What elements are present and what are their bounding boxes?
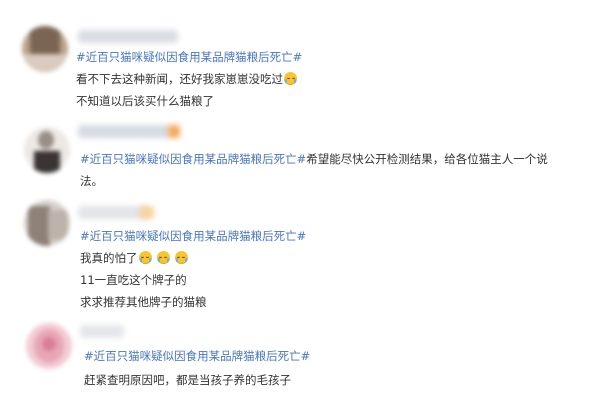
- comment-text: #近百只猫咪疑似因食用某品牌猫粮后死亡#希望能尽快公开检测结果，给各位猫主人一个…: [80, 151, 548, 167]
- username-blurred[interactable]: [78, 30, 178, 43]
- comment-text: 我真的怕了: [80, 250, 189, 266]
- comment-post: #近百只猫咪疑似因食用某品牌猫粮后死亡# 看不下去这种新闻，还好我家崽崽没吃过 …: [0, 0, 600, 115]
- comment-text-line: 看不下去这种新闻，还好我家崽崽没吃过: [76, 72, 283, 86]
- crying-face-icon: [174, 251, 188, 264]
- username-badge-blurred: [168, 125, 180, 138]
- username-blurred[interactable]: [78, 125, 170, 138]
- avatar[interactable]: [22, 26, 68, 72]
- crying-face-icon: [156, 251, 170, 264]
- crying-face-icon: [284, 72, 297, 85]
- comment-text-line: 求求推荐其他牌子的猫粮: [80, 295, 207, 309]
- username-blurred[interactable]: [80, 325, 124, 338]
- comment-post: #近百只猫咪疑似因食用某品牌猫粮后死亡#希望能尽快公开检测结果，给各位猫主人一个…: [0, 115, 600, 200]
- comment-text-line: 我真的怕了: [80, 251, 138, 265]
- hashtag-link[interactable]: #近百只猫咪疑似因食用某品牌猫粮后死亡#: [76, 49, 302, 65]
- comment-text-line: 法。: [80, 174, 103, 188]
- comment-post: #近百只猫咪疑似因食用某品牌猫粮后死亡# 我真的怕了 11一直吃这个牌子的 求求…: [0, 200, 600, 315]
- comment-text-line: 赶紧查明原因吧，都是当孩子养的毛孩子: [84, 373, 291, 387]
- hashtag-link[interactable]: #近百只猫咪疑似因食用某品牌猫粮后死亡#: [80, 152, 306, 166]
- comment-text-line: 11一直吃这个牌子的: [80, 273, 187, 287]
- hashtag-link[interactable]: #近百只猫咪疑似因食用某品牌猫粮后死亡#: [80, 228, 306, 244]
- hashtag-link[interactable]: #近百只猫咪疑似因食用某品牌猫粮后死亡#: [84, 348, 310, 364]
- avatar[interactable]: [26, 323, 72, 369]
- crying-face-icon: [138, 251, 152, 264]
- username-badge-blurred: [140, 206, 154, 219]
- username-blurred[interactable]: [78, 206, 148, 219]
- comment-post: #近百只猫咪疑似因食用某品牌猫粮后死亡# 赶紧查明原因吧，都是当孩子养的毛孩子: [0, 315, 600, 411]
- comment-text-line: 希望能尽快公开检测结果，给各位猫主人一个说: [306, 152, 548, 166]
- avatar[interactable]: [24, 127, 70, 173]
- avatar[interactable]: [24, 200, 70, 246]
- comment-text-line: 不知道以后该买什么猫粮了: [76, 94, 214, 108]
- comment-text: 看不下去这种新闻，还好我家崽崽没吃过: [76, 71, 298, 87]
